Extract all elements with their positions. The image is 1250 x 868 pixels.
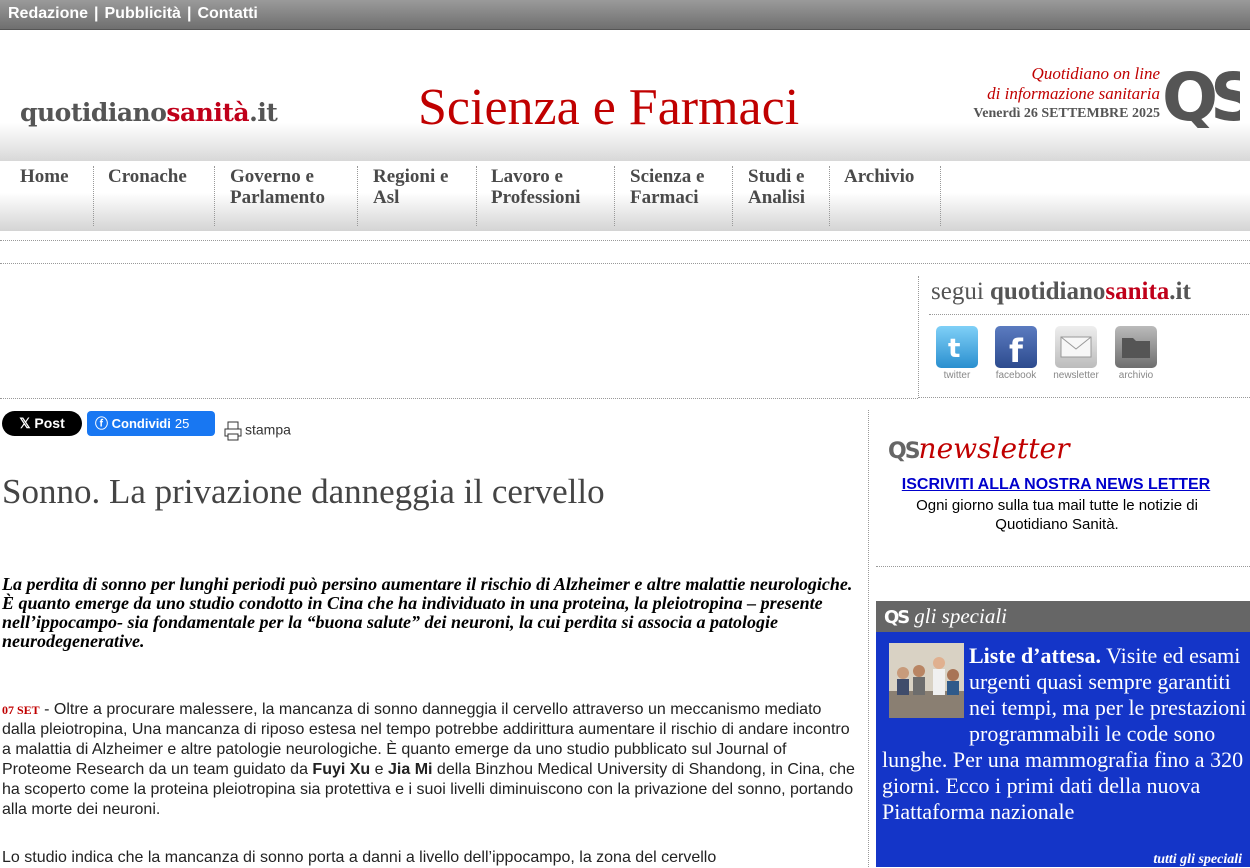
top-links: Redazione | Pubblicità | Contatti	[8, 5, 258, 23]
divider	[0, 263, 1250, 264]
top-separator: |	[94, 5, 99, 22]
social-archivio[interactable]: archivio	[1106, 326, 1166, 381]
section-title: Scienza e Farmaci	[418, 79, 800, 136]
top-bar: Redazione | Pubblicità | Contatti	[0, 0, 1250, 30]
article-paragraph: 07 SET - Oltre a procurare malessere, la…	[2, 701, 855, 818]
qs-logo-icon[interactable]: QS	[1162, 62, 1240, 128]
nav-item-cronache[interactable]: Cronache	[100, 166, 215, 226]
folder-icon	[1115, 326, 1157, 368]
specials-all-link[interactable]: tutti gli speciali	[1153, 852, 1242, 868]
author-name: Jia Mi	[388, 761, 433, 778]
envelope-icon	[1055, 326, 1097, 368]
nav-item-archivio[interactable]: Archivio	[836, 166, 941, 226]
tagline-line: di informazione sanitaria	[987, 84, 1160, 103]
logo-text: quotidiano	[20, 98, 167, 127]
facebook-icon: ⓕ	[95, 416, 109, 431]
specials-headline[interactable]: Liste d’attesa. Visite ed esami urgenti …	[882, 643, 1250, 825]
printer-icon	[224, 421, 242, 441]
main-nav: Home Cronache Governo e Parlamento Region…	[0, 161, 1250, 231]
link-contatti[interactable]: Contatti	[197, 5, 257, 22]
newsletter-title: QSnewsletter	[888, 432, 1070, 465]
site-header: quotidianosanità.it Scienza e Farmaci Qu…	[0, 34, 1250, 161]
nav-item-scienza[interactable]: Scienza e Farmaci	[622, 166, 733, 226]
nav-item-home[interactable]: Home	[12, 166, 94, 226]
top-separator: |	[186, 5, 192, 22]
nav-item-studi[interactable]: Studi e Analisi	[740, 166, 830, 226]
article-lead: La perdita di sonno per lunghi periodi p…	[2, 574, 853, 651]
article-dateline: 07 SET	[2, 703, 40, 717]
svg-text:t: t	[948, 334, 960, 364]
fb-share-count: 25	[174, 416, 190, 431]
nav-item-governo[interactable]: Governo e Parlamento	[222, 166, 358, 226]
specials-header: QS gli speciali	[876, 601, 1250, 632]
author-name: Fuyi Xu	[312, 761, 371, 778]
nav-item-regioni[interactable]: Regioni e Asl	[365, 166, 477, 226]
social-twitter[interactable]: t twitter	[927, 326, 987, 381]
follow-box: segui quotidianosanita.it t twitter f fa…	[918, 276, 1250, 398]
social-newsletter[interactable]: newsletter	[1046, 326, 1106, 381]
divider	[0, 398, 918, 399]
divider	[0, 240, 1250, 241]
newsletter-box: QSnewsletter ISCRIVITI ALLA NOSTRA NEWS …	[876, 412, 1250, 567]
print-button[interactable]: stampa	[224, 421, 291, 441]
nav-item-lavoro[interactable]: Lavoro e Professioni	[483, 166, 615, 226]
link-pubblicita[interactable]: Pubblicità	[105, 5, 181, 22]
site-logo[interactable]: quotidianosanità.it	[20, 98, 278, 127]
tagline: Quotidiano on line di informazione sanit…	[987, 64, 1160, 104]
link-redazione[interactable]: Redazione	[8, 5, 88, 22]
tagline-line: Quotidiano on line	[1031, 64, 1160, 83]
current-date: Venerdì 26 SETTEMBRE 2025	[973, 106, 1160, 121]
follow-title: segui quotidianosanita.it	[931, 278, 1191, 305]
newsletter-description: Ogni giorno sulla tua mail tutte le noti…	[916, 497, 1198, 533]
divider	[929, 314, 1250, 315]
svg-text:QS: QS	[1162, 62, 1240, 128]
x-post-button[interactable]: 𝕏 Post	[2, 411, 82, 436]
logo-text-accent: sanità	[166, 98, 250, 127]
column-divider	[868, 410, 869, 867]
twitter-icon: t	[936, 326, 978, 368]
fb-share-label: Condividi	[111, 416, 171, 431]
svg-text:f: f	[1009, 332, 1024, 368]
article-paragraph: Lo studio indica che la mancanza di sonn…	[2, 849, 717, 866]
article-title: Sonno. La privazione danneggia il cervel…	[2, 472, 605, 511]
logo-text-tld: .it	[249, 98, 278, 127]
facebook-icon: f	[995, 326, 1037, 370]
social-facebook[interactable]: f facebook	[986, 326, 1046, 381]
newsletter-subscribe-link[interactable]: ISCRIVITI ALLA NOSTRA NEWS LETTER	[876, 476, 1236, 494]
facebook-share-button[interactable]: ⓕ Condividi 25	[87, 411, 215, 436]
x-icon: 𝕏	[19, 415, 35, 431]
